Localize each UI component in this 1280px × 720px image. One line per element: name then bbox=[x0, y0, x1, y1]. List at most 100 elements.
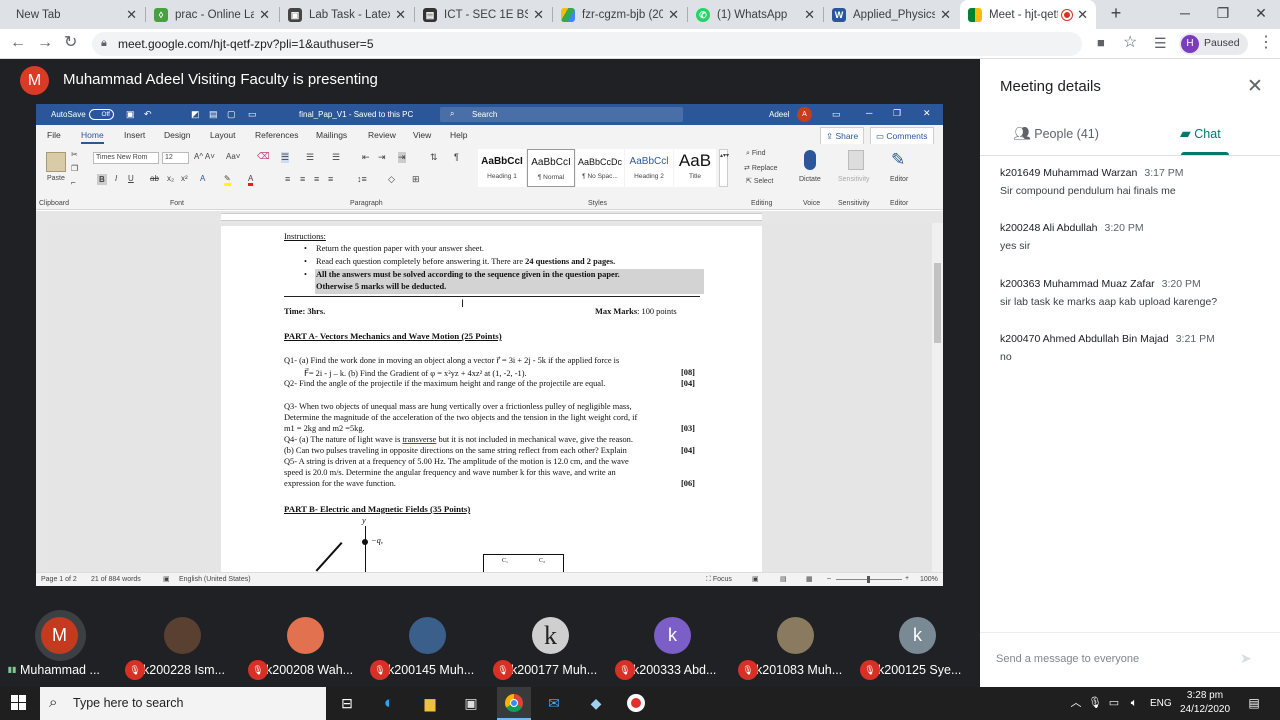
windows-start-icon[interactable] bbox=[11, 695, 27, 711]
vertical-ruler[interactable] bbox=[36, 223, 47, 572]
close-icon[interactable]: ✕ bbox=[804, 7, 815, 23]
microphone-icon[interactable]: 🎙︎ bbox=[1085, 694, 1105, 712]
send-icon[interactable]: ➤ bbox=[1240, 650, 1252, 667]
print-icon[interactable]: ▤ bbox=[209, 109, 218, 120]
store-icon[interactable]: ▣ bbox=[461, 694, 481, 712]
close-icon[interactable]: ✕ bbox=[395, 7, 406, 23]
increase-indent-icon[interactable]: ⇥ bbox=[378, 152, 386, 163]
save-icon[interactable]: ▣ bbox=[126, 109, 135, 120]
tab-view[interactable]: View bbox=[413, 130, 431, 140]
maximize-icon[interactable]: ❐ bbox=[1204, 0, 1242, 29]
line-spacing-icon[interactable]: ↕≡ bbox=[357, 174, 367, 184]
tab-home[interactable]: Home bbox=[81, 130, 104, 144]
app-icon[interactable]: ◆ bbox=[586, 694, 606, 712]
tab-overleaf[interactable]: ◊ prac - Online LaTeX ✕ bbox=[146, 0, 278, 29]
user-avatar[interactable]: A bbox=[797, 107, 812, 122]
tab-new-tab[interactable]: New Tab ✕ bbox=[8, 0, 145, 29]
print-layout-icon[interactable]: ▤ bbox=[780, 575, 787, 583]
font-name-field[interactable]: Times New Rom bbox=[93, 152, 159, 164]
style-title[interactable]: AaB Title bbox=[674, 149, 716, 187]
star-icon[interactable]: ☆ bbox=[1123, 34, 1137, 52]
bullets-icon[interactable]: ☰ bbox=[281, 152, 290, 163]
subscript-icon[interactable]: x₂ bbox=[167, 174, 174, 183]
select-button[interactable]: ⇱ Select bbox=[746, 177, 773, 185]
close-icon[interactable]: ✕ bbox=[126, 7, 137, 23]
clear-formatting-icon[interactable]: ⌫ bbox=[257, 151, 270, 162]
close-icon[interactable]: ✕ bbox=[533, 7, 544, 23]
align-left-icon[interactable]: ≡ bbox=[285, 174, 290, 184]
multilevel-list-icon[interactable]: ☰ bbox=[332, 152, 340, 163]
focus-button[interactable]: ⛶ Focus bbox=[706, 576, 732, 584]
notifications-icon[interactable]: ▤ bbox=[1244, 694, 1264, 712]
close-icon[interactable]: ✕ bbox=[668, 7, 679, 23]
style-heading2[interactable]: AaBbCcl Heading 2 bbox=[625, 149, 673, 187]
tab-review[interactable]: Review bbox=[368, 130, 396, 140]
borders-icon[interactable]: ⊞ bbox=[412, 174, 420, 185]
find-button[interactable]: ⌕ Find bbox=[746, 150, 766, 158]
horizontal-ruler[interactable] bbox=[36, 211, 943, 223]
new-document-icon[interactable]: ▢ bbox=[227, 109, 236, 120]
zoom-out-icon[interactable]: – bbox=[827, 575, 831, 582]
page-count[interactable]: Page 1 of 2 bbox=[41, 576, 77, 583]
shading-icon[interactable]: ◇ bbox=[388, 174, 395, 185]
bold-icon[interactable]: B bbox=[97, 174, 107, 185]
copy-icon[interactable]: ❐ bbox=[71, 164, 78, 173]
tab-meet[interactable]: Meet - hjt-qetf ✕ bbox=[960, 0, 1096, 29]
open-folder-icon[interactable]: ▭ bbox=[248, 109, 257, 120]
strikethrough-icon[interactable]: ab bbox=[150, 174, 159, 183]
word-count[interactable]: 21 of 884 words bbox=[91, 576, 141, 583]
sensitivity-icon[interactable] bbox=[848, 150, 864, 170]
format-painter-icon[interactable]: ⌐ bbox=[71, 178, 76, 187]
change-case-icon[interactable]: Aa˅ bbox=[226, 152, 240, 161]
indent-icon[interactable]: ⇥ bbox=[398, 152, 406, 163]
editor-icon[interactable]: ✎ bbox=[891, 150, 905, 170]
forward-arrow-icon[interactable]: → bbox=[37, 34, 53, 52]
tab-help[interactable]: Help bbox=[450, 130, 467, 140]
text-effects-icon[interactable]: A bbox=[200, 174, 205, 183]
clock[interactable]: 3:28 pm 24/12/2020 bbox=[1180, 689, 1230, 717]
style-normal[interactable]: AaBbCcI ¶ Normal bbox=[527, 149, 575, 187]
font-size-field[interactable]: 12 bbox=[162, 152, 189, 164]
restore-icon[interactable]: ❐ bbox=[893, 108, 901, 119]
style-heading1[interactable]: AaBbCcI Heading 1 bbox=[478, 149, 526, 187]
autosave-toggle[interactable]: Off bbox=[89, 109, 114, 120]
new-tab-button[interactable]: + bbox=[1097, 0, 1135, 29]
align-right-icon[interactable]: ≡ bbox=[314, 174, 319, 184]
tray-chevron-icon[interactable]: ︿ bbox=[1066, 694, 1086, 712]
edge-icon[interactable]: ◐ bbox=[379, 694, 399, 712]
tab-layout[interactable]: Layout bbox=[210, 130, 236, 140]
tab-mailings[interactable]: Mailings bbox=[316, 130, 347, 140]
undo-icon[interactable]: ↶ bbox=[144, 109, 152, 120]
tab-classroom[interactable]: ▤ ICT - SEC 1E BSCS ✕ bbox=[415, 0, 552, 29]
reading-list-icon[interactable]: ☰ bbox=[1154, 34, 1167, 52]
highlight-icon[interactable]: ✎ bbox=[224, 174, 231, 186]
tab-people[interactable]: 👥︎ People (41) bbox=[1013, 125, 1099, 142]
file-explorer-icon[interactable]: ▆ bbox=[420, 694, 440, 712]
language-indicator[interactable]: ENG bbox=[1150, 698, 1172, 709]
close-icon[interactable]: ✕ bbox=[1077, 7, 1088, 23]
proofing-icon[interactable]: ▣ bbox=[163, 575, 170, 583]
scrollbar-thumb[interactable] bbox=[934, 263, 941, 343]
tab-whatsapp[interactable]: ✆ (1) WhatsApp ✕ bbox=[688, 0, 823, 29]
camera-icon[interactable]: ■ bbox=[1097, 34, 1105, 52]
decrease-indent-icon[interactable]: ⇤ bbox=[362, 152, 370, 163]
underline-icon[interactable]: U bbox=[128, 174, 134, 183]
close-icon[interactable]: ✕ bbox=[940, 7, 951, 23]
tab-references[interactable]: References bbox=[255, 130, 298, 140]
sort-icon[interactable]: ⇅ bbox=[430, 152, 438, 163]
tab-lab-task[interactable]: ▣ Lab Task - Latex # ✕ bbox=[280, 0, 414, 29]
format-icon[interactable]: ◩ bbox=[191, 109, 200, 120]
close-icon[interactable]: ✕ bbox=[923, 108, 931, 119]
language[interactable]: English (United States) bbox=[179, 576, 251, 583]
minimize-icon[interactable]: ─ bbox=[1166, 0, 1204, 29]
grow-font-icon[interactable]: A^ A˅ bbox=[194, 152, 215, 161]
volume-icon[interactable]: 🔈︎ bbox=[1124, 694, 1144, 712]
close-icon[interactable]: ✕ bbox=[1247, 75, 1263, 98]
chat-input[interactable]: Send a message to everyone bbox=[996, 653, 1139, 665]
microphone-icon[interactable] bbox=[804, 150, 816, 170]
document-page[interactable]: Instructions: • Return the question pape… bbox=[221, 226, 762, 572]
back-arrow-icon[interactable]: ← bbox=[10, 34, 26, 52]
record-app-icon[interactable] bbox=[627, 694, 645, 712]
zoom-in-icon[interactable]: + bbox=[905, 575, 909, 582]
ribbon-display-icon[interactable]: ▭ bbox=[832, 109, 841, 120]
